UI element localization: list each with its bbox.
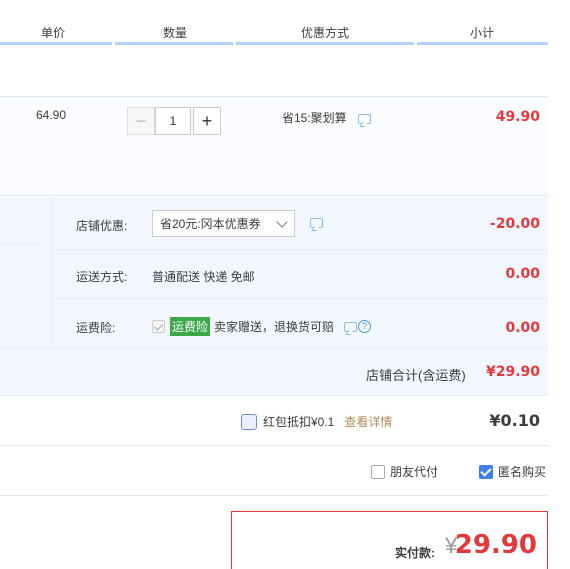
header-divider bbox=[236, 42, 414, 45]
help-icon[interactable]: ? bbox=[358, 320, 372, 333]
shop-discount-value: -20.00 bbox=[489, 216, 540, 232]
insurance-option: 运费险 卖家赠送，退换货可赔 ? bbox=[152, 317, 372, 336]
item-promo-text: 省15:聚划算 bbox=[282, 111, 347, 125]
anonymous-option[interactable]: 匿名购买 bbox=[479, 463, 546, 480]
anonymous-checkbox[interactable] bbox=[479, 464, 493, 479]
item-subtotal: 49.90 bbox=[495, 109, 540, 125]
insurance-value: 0.00 bbox=[505, 320, 540, 336]
shop-coupon-select-value: 省20元:冈本优惠券 bbox=[160, 217, 261, 231]
shop-section: 店铺优惠: 省20元:冈本优惠券 -20.00 运送方式: 普通配送 快递 免邮… bbox=[0, 197, 548, 347]
header-divider bbox=[417, 42, 548, 45]
shipping-row: 运送方式: 普通配送 快递 免邮 0.00 bbox=[52, 250, 548, 299]
order-options-row: 朋友代付 匿名购买 bbox=[0, 447, 548, 496]
shop-total-row: 店铺合计(含运费) ¥29.90 bbox=[0, 347, 548, 396]
item-unit-price: 64.90 bbox=[36, 108, 67, 122]
chat-icon[interactable] bbox=[310, 218, 323, 228]
red-packet-option: 红包抵扣¥0.1 查看详情 bbox=[241, 413, 392, 430]
divider bbox=[0, 243, 40, 244]
shipping-value: 0.00 bbox=[505, 266, 540, 282]
shop-total-label: 店铺合计(含运费) bbox=[366, 368, 466, 383]
shop-discount-label: 店铺优惠: bbox=[76, 219, 128, 233]
payment-label: 实付款: bbox=[395, 546, 435, 560]
red-packet-checkbox[interactable] bbox=[241, 413, 257, 430]
friend-pay-option[interactable]: 朋友代付 bbox=[371, 463, 438, 480]
col-subtotal-header: 小计 bbox=[470, 26, 495, 40]
red-packet-value: ¥0.10 bbox=[489, 411, 540, 430]
col-qty-header: 数量 bbox=[163, 26, 188, 40]
item-promo: 省15:聚划算 bbox=[282, 109, 372, 126]
shop-total-value: ¥29.90 bbox=[485, 364, 540, 380]
payment-total: 29.90 bbox=[454, 530, 537, 560]
item-row: 64.90 − 1 + 省15:聚划算 49.90 bbox=[0, 96, 548, 196]
qty-decrease-button[interactable]: − bbox=[127, 107, 155, 135]
qty-increase-button[interactable]: + bbox=[193, 107, 221, 135]
quantity-stepper: − 1 + bbox=[127, 107, 221, 135]
shop-coupon-select[interactable]: 省20元:冈本优惠券 bbox=[152, 210, 295, 237]
payment-summary: 实付款: ¥ 29.90 bbox=[231, 511, 548, 569]
friend-pay-checkbox[interactable] bbox=[371, 464, 385, 479]
chat-icon[interactable] bbox=[344, 321, 358, 332]
shipping-label: 运送方式: bbox=[76, 270, 128, 284]
friend-pay-label: 朋友代付 bbox=[390, 465, 439, 479]
insurance-label: 运费险: bbox=[76, 321, 116, 335]
shop-left-column bbox=[0, 197, 52, 347]
shop-discount-row: 店铺优惠: 省20元:冈本优惠券 -20.00 bbox=[52, 197, 548, 250]
insurance-checkbox bbox=[152, 320, 165, 333]
red-packet-label: 红包抵扣¥0.1 bbox=[263, 415, 335, 429]
header-divider bbox=[115, 42, 233, 45]
table-header: 单价 数量 优惠方式 小计 bbox=[0, 0, 570, 45]
red-packet-details-link[interactable]: 查看详情 bbox=[344, 413, 392, 430]
shipping-method: 普通配送 快递 免邮 bbox=[152, 270, 255, 284]
insurance-badge: 运费险 bbox=[170, 317, 211, 336]
red-packet-row: 红包抵扣¥0.1 查看详情 ¥0.10 bbox=[0, 397, 548, 446]
qty-input[interactable]: 1 bbox=[155, 107, 191, 135]
insurance-row: 运费险: 运费险 卖家赠送，退换货可赔 ? 0.00 bbox=[52, 299, 548, 347]
anonymous-label: 匿名购买 bbox=[498, 465, 547, 479]
chat-icon[interactable] bbox=[358, 113, 372, 124]
chevron-down-icon bbox=[276, 216, 288, 228]
header-divider bbox=[0, 42, 112, 45]
col-price-header: 单价 bbox=[41, 26, 66, 40]
col-promo-header: 优惠方式 bbox=[301, 26, 350, 40]
insurance-text: 卖家赠送，退换货可赔 bbox=[214, 320, 335, 334]
